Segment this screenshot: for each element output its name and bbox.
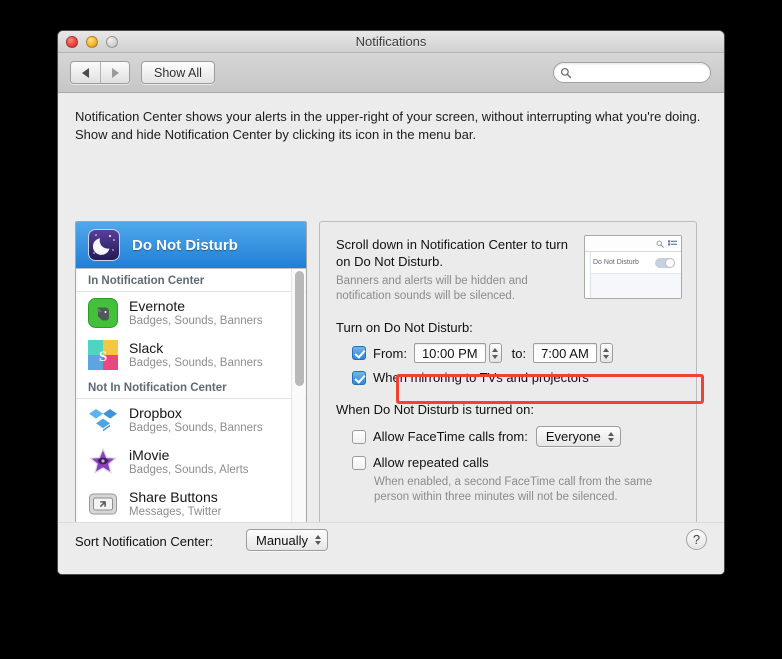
from-time-stepper[interactable]: [488, 343, 502, 363]
when-on-label: When Do Not Disturb is turned on:: [336, 402, 534, 417]
preview-toggle-switch: [655, 257, 675, 268]
sidebar-scrollbar-thumb[interactable]: [295, 271, 304, 386]
sort-order-select[interactable]: Manually: [246, 529, 329, 551]
search-input[interactable]: [572, 65, 724, 80]
app-alert-styles: Badges, Sounds, Banners: [129, 357, 263, 369]
list-item[interactable]: Dropbox Badges, Sounds, Banners: [76, 399, 306, 441]
facetime-row: Allow FaceTime calls from: Everyone: [352, 426, 680, 447]
preview-toolbar: [585, 236, 681, 252]
intro-description: Notification Center shows your alerts in…: [75, 109, 701, 142]
app-alert-styles: Messages, Twitter: [129, 506, 222, 518]
preview-do-not-disturb-row: Do Not Disturb: [585, 252, 681, 274]
list-item-text: Slack Badges, Sounds, Banners: [129, 340, 263, 370]
app-alert-styles: Badges, Sounds, Alerts: [129, 464, 249, 476]
dropbox-icon: [89, 409, 117, 432]
chevron-left-icon: [82, 67, 89, 78]
forward-button[interactable]: [100, 62, 129, 83]
list-item[interactable]: S Slack Badges, Sounds, Banners: [76, 334, 306, 376]
repeated-calls-hint: When enabled, a second FaceTime call fro…: [374, 476, 653, 503]
list-item[interactable]: iMovie Badges, Sounds, Alerts: [76, 441, 306, 483]
do-not-disturb-label: Do Not Disturb: [132, 236, 238, 254]
preview-body: [585, 274, 681, 298]
app-name: Dropbox: [129, 405, 182, 421]
mirroring-label: When mirroring to TVs and projectors: [373, 370, 589, 385]
window-titlebar: Notifications: [58, 31, 724, 53]
stepper-up-icon: [492, 347, 499, 352]
schedule-checkbox[interactable]: [352, 346, 366, 360]
mirroring-checkbox[interactable]: [352, 370, 366, 385]
list-item[interactable]: Share Buttons Messages, Twitter: [76, 483, 306, 525]
share-buttons-icon: [89, 493, 117, 515]
show-all-label: Show All: [154, 65, 202, 80]
preview-toggle-knob: [665, 257, 675, 268]
preferences-footer: Sort Notification Center: Manually ?: [58, 522, 724, 574]
preview-list-icon: [668, 239, 677, 245]
app-alert-styles: Badges, Sounds, Banners: [129, 422, 263, 434]
to-time-stepper[interactable]: [599, 343, 613, 363]
notifications-preferences-window: Notifications Show All Notification Cent…: [57, 30, 725, 575]
section-header-not-in-notification-center: Not In Notification Center: [76, 376, 306, 399]
help-label: ?: [692, 532, 701, 547]
list-item-text: Evernote Badges, Sounds, Banners: [129, 298, 263, 328]
facetime-label: Allow FaceTime calls from:: [373, 429, 528, 444]
facetime-callers-value: Everyone: [545, 429, 601, 444]
app-name: Evernote: [129, 298, 186, 314]
app-name: Slack: [129, 340, 164, 356]
preview-search-icon: [656, 240, 664, 248]
slack-icon: S: [88, 340, 118, 370]
to-label: to:: [511, 345, 527, 361]
repeated-calls-label: Allow repeated calls: [373, 455, 489, 470]
list-item[interactable]: Evernote Badges, Sounds, Banners: [76, 292, 306, 334]
mirroring-row: When mirroring to TVs and projectors: [352, 370, 680, 385]
panel-subtitle: Banners and alerts will be hidden and no…: [336, 275, 528, 302]
app-alert-styles: Badges, Sounds, Banners: [129, 315, 263, 327]
preferences-toolbar: Show All: [58, 53, 724, 93]
from-label: From:: [373, 345, 407, 361]
navigation-button-group: [70, 61, 130, 84]
repeated-calls-checkbox[interactable]: [352, 455, 366, 470]
sidebar-item-do-not-disturb[interactable]: Do Not Disturb: [76, 222, 306, 269]
stepper-down-icon: [492, 354, 499, 359]
search-field[interactable]: [553, 62, 724, 83]
back-button[interactable]: [71, 62, 100, 83]
list-item-text: Share Buttons Messages, Twitter: [129, 489, 221, 519]
from-time-field[interactable]: 10:00 PM: [413, 343, 486, 363]
evernote-icon: [88, 298, 118, 328]
turn-on-label: Turn on Do Not Disturb:: [336, 320, 473, 335]
list-item-text: Dropbox Badges, Sounds, Banners: [129, 405, 263, 435]
stepper-up-icon: [603, 347, 610, 352]
stepper-down-icon: [603, 354, 610, 359]
sort-order-value: Manually: [256, 532, 309, 548]
popup-arrows-icon: [607, 431, 614, 442]
preferences-body: Notification Center shows your alerts in…: [58, 93, 724, 574]
to-time-field[interactable]: 7:00 AM: [533, 343, 597, 363]
svg-text:S: S: [99, 349, 107, 365]
panel-title: Scroll down in Notification Center to tu…: [336, 237, 568, 269]
repeated-calls-row: Allow repeated calls: [352, 455, 680, 470]
window-title: Notifications: [355, 34, 427, 49]
list-item-text: iMovie Badges, Sounds, Alerts: [129, 447, 249, 477]
do-not-disturb-icon: [88, 229, 120, 261]
search-icon: [560, 67, 572, 78]
help-button[interactable]: ?: [686, 529, 707, 550]
imovie-icon: [89, 447, 117, 474]
chevron-right-icon: [111, 67, 119, 78]
facetime-callers-select[interactable]: Everyone: [535, 426, 621, 447]
popup-arrows-icon: [315, 535, 322, 545]
notification-center-preview: Do Not Disturb: [584, 235, 682, 299]
show-all-button[interactable]: Show All: [141, 61, 215, 84]
app-name: Share Buttons: [129, 489, 218, 505]
preview-toggle-label: Do Not Disturb: [593, 259, 639, 266]
schedule-row: From: 10:00 PM to: 7:00 AM: [352, 343, 680, 363]
app-name: iMovie: [129, 447, 170, 463]
sort-notification-center-label: Sort Notification Center:: [75, 534, 214, 549]
preview-side-strip: [585, 252, 591, 298]
section-header-in-notification-center: In Notification Center: [76, 269, 306, 292]
facetime-checkbox[interactable]: [352, 429, 366, 444]
